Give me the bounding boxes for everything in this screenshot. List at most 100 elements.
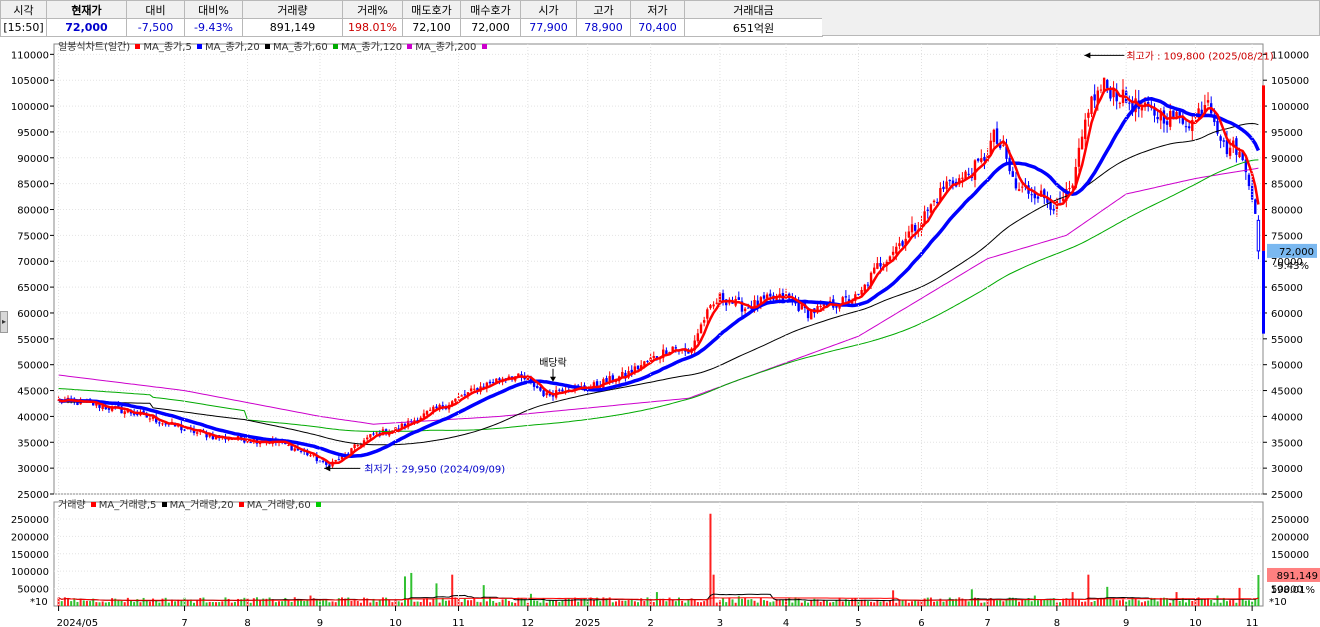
volume-tick-label-left: 50000	[17, 585, 49, 596]
volume-bar	[435, 583, 438, 606]
volume-bar	[772, 601, 775, 606]
candle-body	[365, 437, 369, 440]
price-tick-label-left: 110000	[11, 50, 49, 61]
low-annotation: 최저가 : 29,950 (2024/09/09)	[364, 463, 505, 475]
volume-bar	[907, 602, 910, 606]
volume-bar	[762, 600, 765, 606]
volume-bar	[328, 602, 331, 606]
volume-bar	[300, 600, 303, 606]
volume-bar	[725, 602, 728, 606]
volume-bar	[1254, 598, 1257, 606]
volume-bar	[104, 602, 107, 606]
volume-bar	[731, 599, 734, 606]
volume-bar	[929, 597, 932, 606]
volume-bar	[1118, 600, 1121, 606]
volume-bar	[517, 597, 520, 606]
volume-bar	[1251, 601, 1254, 606]
volume-bar	[416, 601, 419, 606]
x-tick-label: 11	[1246, 618, 1259, 627]
volume-bar	[1128, 600, 1131, 606]
candle-body	[1021, 186, 1024, 188]
volume-bar	[536, 600, 539, 606]
volume-bar	[744, 597, 747, 606]
volume-bar	[514, 602, 517, 606]
x-tick-label: 2025	[575, 618, 600, 627]
candle-body	[457, 396, 460, 398]
quote-header-cell: 시각	[0, 0, 47, 19]
volume-bar	[192, 602, 195, 606]
volume-bar	[419, 602, 422, 606]
volume-bar	[958, 597, 961, 606]
volume-bar	[448, 600, 451, 606]
volume-bar	[1077, 599, 1080, 606]
legend-label-vma60: MA_거래량,60	[246, 500, 311, 511]
candle-body	[123, 411, 126, 415]
panel-collapse-arrow-icon[interactable]: ▸	[0, 311, 8, 333]
price-tick-label-left: 60000	[17, 309, 49, 320]
candle-body	[961, 177, 964, 179]
volume-legend: 거래량 MA_거래량,5 MA_거래량,20 MA_거래량,60	[58, 496, 324, 511]
volume-bar	[133, 602, 136, 606]
volume-bar	[1033, 595, 1036, 606]
candle-body	[1219, 136, 1222, 141]
volume-bar	[1018, 601, 1021, 606]
volume-bar	[1257, 574, 1260, 606]
volume-bar	[255, 597, 258, 606]
volume-bar	[983, 602, 986, 606]
candle-body	[136, 414, 139, 416]
volume-bar	[470, 600, 473, 606]
candle-body	[1238, 151, 1241, 158]
volume-bar	[498, 602, 501, 606]
volume-bar	[303, 601, 306, 606]
volume-tick-label-right: 250000	[1271, 515, 1309, 526]
volume-bar	[1235, 602, 1238, 606]
volume-bar	[624, 600, 627, 606]
stock-chart[interactable]: 25000 25000 30000 30000 35000 35000 40000 40000…	[0, 36, 1320, 627]
x-tick-label: 10	[1189, 618, 1202, 627]
candle-body	[652, 355, 655, 358]
candle-body	[992, 129, 996, 143]
price-tick-label-left: 35000	[17, 438, 49, 449]
volume-bar	[479, 602, 482, 606]
candle-body	[246, 441, 249, 443]
candle-body	[539, 387, 542, 391]
candle-body	[1228, 147, 1232, 156]
volume-bar	[1115, 600, 1118, 606]
volume-bar	[637, 602, 640, 606]
volume-tick-label-right: 200000	[1271, 532, 1309, 543]
x-tick-label: 2024/05	[57, 618, 99, 627]
price-panel: 25000 25000 30000 30000 35000 35000 40000 40000…	[11, 43, 1317, 501]
volume-bar	[120, 600, 123, 606]
volume-bar	[750, 599, 753, 606]
volume-frame	[53, 501, 1264, 607]
candle-body	[1090, 96, 1093, 115]
volume-bar	[139, 602, 142, 606]
quote-header-cell: 저가	[630, 0, 685, 19]
quote-header-cell: 고가	[576, 0, 631, 19]
candle-body	[1102, 77, 1106, 91]
volume-legend-title: 거래량	[58, 500, 86, 511]
volume-bar	[397, 601, 400, 606]
volume-bar	[967, 601, 970, 606]
price-tick-label-right: 110000	[1271, 50, 1309, 61]
price-tick-label-left: 95000	[17, 128, 49, 139]
candle-body	[873, 267, 876, 274]
volume-bar	[259, 600, 262, 606]
volume-bar	[832, 601, 835, 606]
volume-bar	[561, 600, 564, 606]
price-tick-label-right: 85000	[1271, 180, 1303, 191]
volume-bar	[174, 601, 177, 606]
volume-bar	[552, 600, 555, 606]
x-tick-label: 6	[918, 618, 924, 627]
candle-body	[337, 459, 341, 461]
price-tick-label-right: 30000	[1271, 464, 1303, 475]
volume-bar	[1043, 599, 1046, 606]
price-tick-label-right: 50000	[1271, 361, 1303, 372]
candle-body	[1247, 174, 1251, 187]
volume-bar	[999, 599, 1002, 606]
volume-bar	[914, 600, 917, 606]
volume-bar	[1099, 598, 1102, 606]
quote-header-cell: 거래량	[242, 0, 343, 19]
volume-bar	[1229, 600, 1232, 606]
candle-body	[646, 360, 649, 362]
